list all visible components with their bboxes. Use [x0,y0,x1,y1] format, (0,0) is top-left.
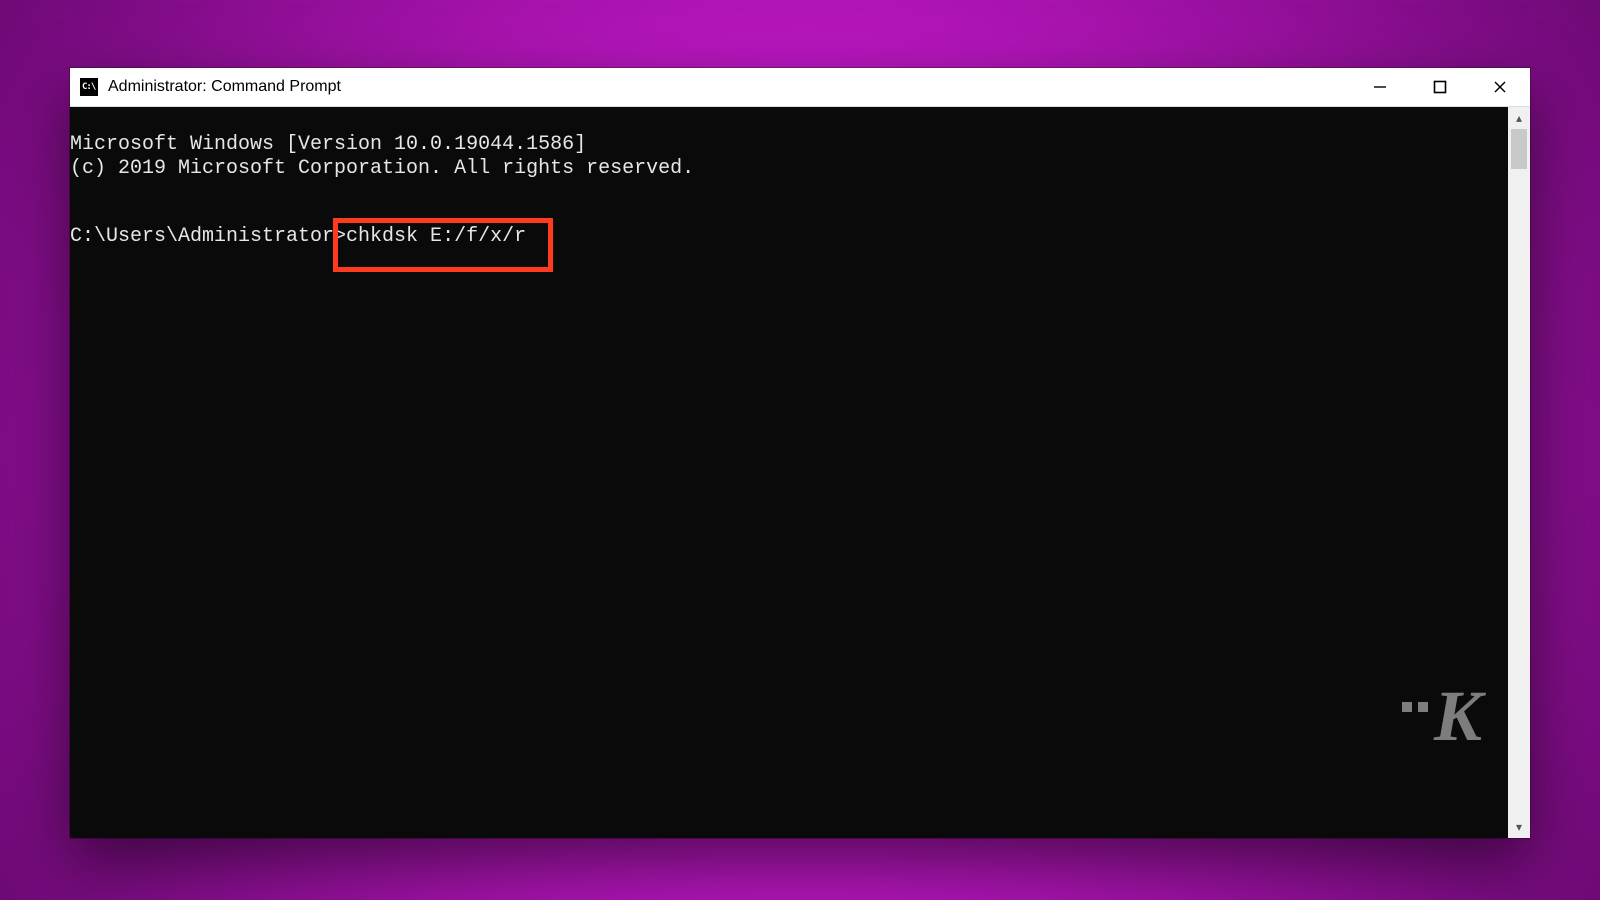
watermark-letter: K [1434,676,1478,756]
client-area: Microsoft Windows [Version 10.0.19044.15… [70,107,1530,838]
window-title: Administrator: Command Prompt [108,78,341,96]
console-prompt-line: C:\Users\Administrator>chkdsk E:/f/x/r [70,225,1508,249]
console-command: chkdsk E:/f/x/r [346,225,526,248]
console-output[interactable]: Microsoft Windows [Version 10.0.19044.15… [70,107,1508,838]
console-line-copyright: (c) 2019 Microsoft Corporation. All righ… [70,157,1508,181]
console-line-version: Microsoft Windows [Version 10.0.19044.15… [70,133,1508,157]
watermark: K [1262,608,1478,824]
maximize-icon [1433,80,1447,94]
minimize-icon [1373,80,1387,94]
close-icon [1493,80,1507,94]
scrollbar-thumb[interactable] [1511,129,1527,169]
scrollbar-track[interactable] [1508,129,1530,816]
vertical-scrollbar[interactable]: ▴ ▾ [1508,107,1530,838]
scroll-down-arrow-icon[interactable]: ▾ [1508,816,1530,838]
command-prompt-window: C:\ Administrator: Command Prompt Micros… [70,68,1530,838]
window-controls [1350,68,1530,106]
desktop-background: C:\ Administrator: Command Prompt Micros… [0,0,1600,900]
console-prompt-prefix: C:\Users\Administrator> [70,225,346,248]
scroll-up-arrow-icon[interactable]: ▴ [1508,107,1530,129]
close-button[interactable] [1470,68,1530,106]
titlebar[interactable]: C:\ Administrator: Command Prompt [70,68,1530,107]
minimize-button[interactable] [1350,68,1410,106]
cmd-app-icon: C:\ [80,78,98,96]
maximize-button[interactable] [1410,68,1470,106]
